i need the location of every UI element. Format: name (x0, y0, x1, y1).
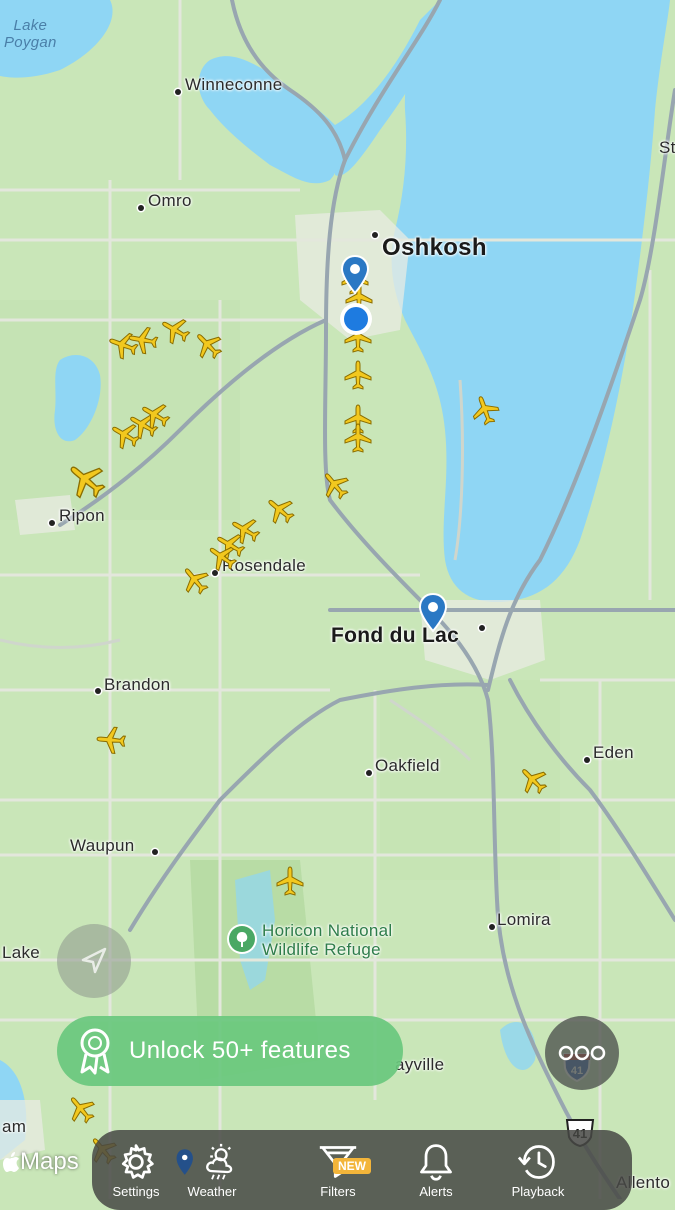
apple-logo-icon (3, 1152, 19, 1172)
waupun-label: Waupun (70, 836, 135, 855)
navigation-arrow-icon (81, 947, 107, 974)
brandon-label: Brandon (104, 675, 171, 694)
history-icon (517, 1145, 555, 1179)
playback-tab-label: Playback (511, 1184, 565, 1199)
more-icon (558, 1045, 606, 1061)
ripon-dot (49, 520, 55, 526)
gear-icon (121, 1144, 154, 1179)
alerts-tab-label: Alerts (419, 1184, 453, 1199)
new-badge: NEW (333, 1158, 371, 1174)
filters-tab-label: Filters (320, 1184, 356, 1199)
aircraft-icon[interactable] (343, 423, 373, 453)
brandon-dot (95, 688, 101, 694)
settings-tab[interactable]: Settings (102, 1130, 170, 1199)
aircraft-icon[interactable] (343, 360, 373, 390)
bell-icon (420, 1144, 452, 1181)
lake-poygan-label: Lake Poygan (4, 17, 57, 51)
weather-tab-label: Weather (187, 1184, 237, 1199)
ripon-label: Ripon (59, 506, 105, 525)
lake-label: Lake (2, 943, 41, 962)
unlock-label: Unlock 50+ features (129, 1037, 351, 1064)
maps-attribution[interactable]: Maps (2, 1148, 79, 1176)
fond-du-lac-dot (479, 625, 485, 631)
airport-pin-fond-du-lac[interactable] (418, 592, 448, 633)
weather-tab[interactable]: Weather (176, 1130, 246, 1199)
oakfield-dot (366, 770, 372, 776)
horicon-label: Horicon National Wildlife Refuge (262, 921, 393, 959)
user-location-dot (344, 307, 368, 331)
more-options-button[interactable] (545, 1016, 619, 1090)
oshkosh-dot (372, 232, 378, 238)
unlock-features-button[interactable]: Unlock 50+ features (57, 1016, 403, 1086)
oshkosh-label: Oshkosh (382, 234, 487, 261)
omro-dot (138, 205, 144, 211)
aircraft-icon[interactable] (95, 724, 128, 757)
settings-tab-label: Settings (112, 1184, 160, 1199)
aircraft-icon[interactable] (275, 866, 305, 896)
winneconne-dot (175, 89, 181, 95)
aircraft-icon[interactable] (126, 323, 161, 358)
eden-dot (584, 757, 590, 763)
alerts-tab[interactable]: Alerts (402, 1130, 470, 1199)
maps-attribution-label: Maps (20, 1148, 79, 1175)
oakfield-label: Oakfield (375, 756, 440, 775)
park-icon (229, 926, 255, 952)
locate-me-button[interactable] (57, 924, 131, 998)
winneconne-label: Winneconne (185, 75, 283, 94)
omro-label: Omro (148, 191, 192, 210)
st-label: St (659, 138, 675, 157)
mayville-label: ayville (395, 1055, 445, 1074)
ribbon-badge-icon (80, 1028, 110, 1075)
waupun-dot (152, 849, 158, 855)
am-label: am (2, 1117, 27, 1136)
airport-pin-oshkosh[interactable] (340, 254, 370, 295)
playback-tab[interactable]: Playback (504, 1130, 572, 1199)
lomira-dot (489, 924, 495, 930)
lomira-label: Lomira (497, 910, 551, 929)
eden-label: Eden (593, 743, 634, 762)
weather-icon (176, 1143, 233, 1180)
